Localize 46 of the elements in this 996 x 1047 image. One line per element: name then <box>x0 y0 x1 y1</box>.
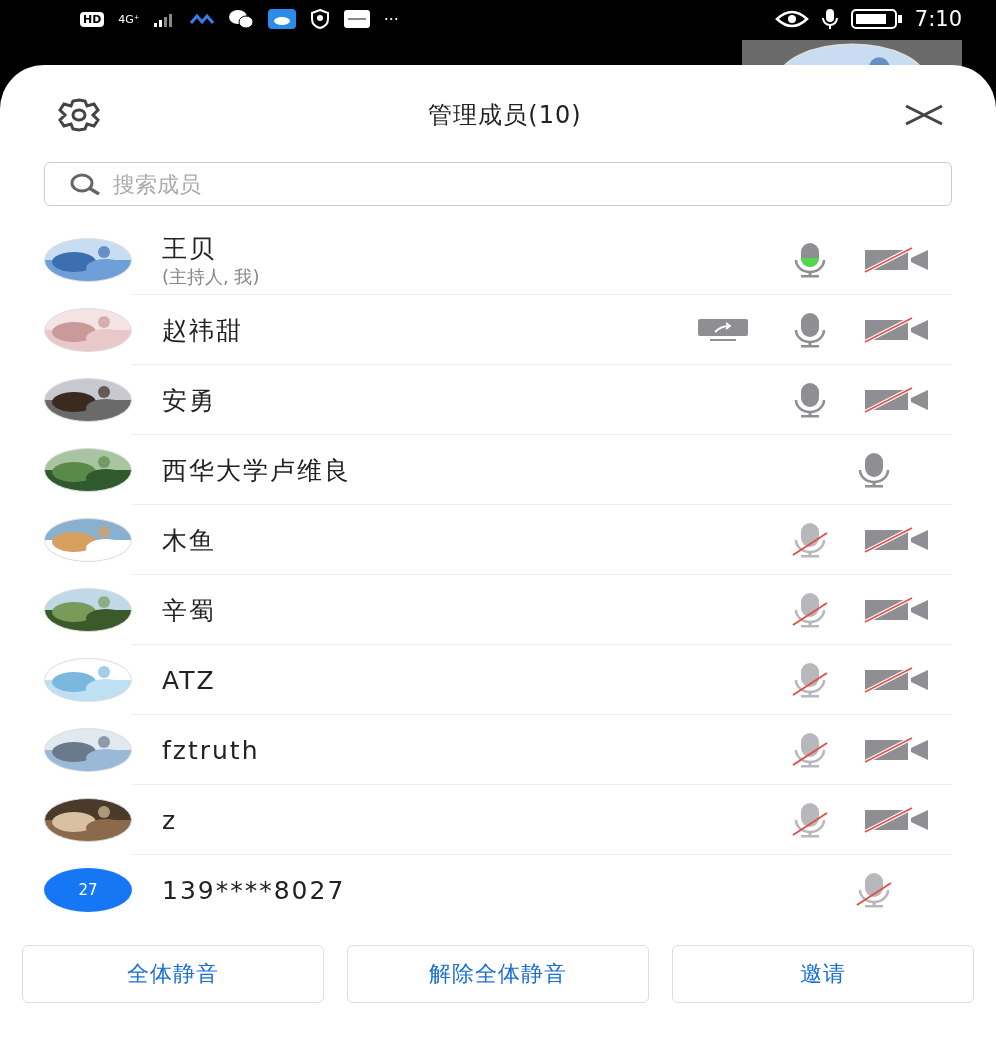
member-name: 辛蜀 <box>162 594 217 627</box>
member-name: 安勇 <box>162 384 217 417</box>
wave-icon <box>189 13 214 25</box>
member-name: fztruth <box>162 735 261 765</box>
close-icon[interactable] <box>904 104 944 126</box>
battery-icon <box>850 9 903 29</box>
camera-off-icon[interactable] <box>864 526 930 554</box>
member-name: ATZ <box>162 665 217 695</box>
member-name: z <box>162 805 179 835</box>
muted-microphone-icon[interactable] <box>790 661 830 699</box>
camera-off-icon[interactable] <box>864 596 930 624</box>
hd-badge: HD <box>80 11 105 27</box>
member-name: 王贝 <box>162 232 217 265</box>
member-name: 139****8027 <box>162 875 347 905</box>
microphone-icon <box>820 8 839 30</box>
member-name: 赵祎甜 <box>162 314 244 347</box>
camera-off-icon[interactable] <box>864 316 930 344</box>
member-name: 西华大学卢维良 <box>162 454 352 487</box>
search-icon <box>69 173 101 195</box>
camera-off-icon[interactable] <box>864 246 930 274</box>
avatar-badge: 27 <box>44 868 132 912</box>
shield-icon <box>309 9 330 29</box>
muted-microphone-icon[interactable] <box>790 591 830 629</box>
action-button[interactable]: 邀请 <box>672 945 974 1003</box>
dialog-title: 管理成员(10) <box>427 100 583 131</box>
network-type: 4G⁺ <box>118 12 140 26</box>
app-icon <box>343 10 370 28</box>
muted-microphone-icon[interactable] <box>790 801 830 839</box>
eye-icon <box>774 10 809 28</box>
camera-off-icon[interactable] <box>864 806 930 834</box>
muted-microphone-icon[interactable] <box>854 871 894 909</box>
camera-off-icon[interactable] <box>864 736 930 764</box>
chat-icon <box>227 9 254 29</box>
action-button[interactable]: 解除全体静音 <box>347 945 649 1003</box>
muted-microphone-icon[interactable] <box>790 731 830 769</box>
clock: 7:10 <box>914 7 962 31</box>
more-icon: ··· <box>383 9 399 29</box>
member-role: (主持人, 我) <box>162 264 261 289</box>
search-field[interactable]: 搜索成员 <box>44 162 952 206</box>
muted-microphone-icon[interactable] <box>790 521 830 559</box>
cloud-icon <box>267 9 296 29</box>
camera-off-icon[interactable] <box>864 666 930 694</box>
search-input[interactable]: 搜索成员 <box>111 170 927 198</box>
action-button[interactable]: 全体静音 <box>22 945 324 1003</box>
camera-off-icon[interactable] <box>864 386 930 414</box>
member-name: 木鱼 <box>162 524 217 557</box>
